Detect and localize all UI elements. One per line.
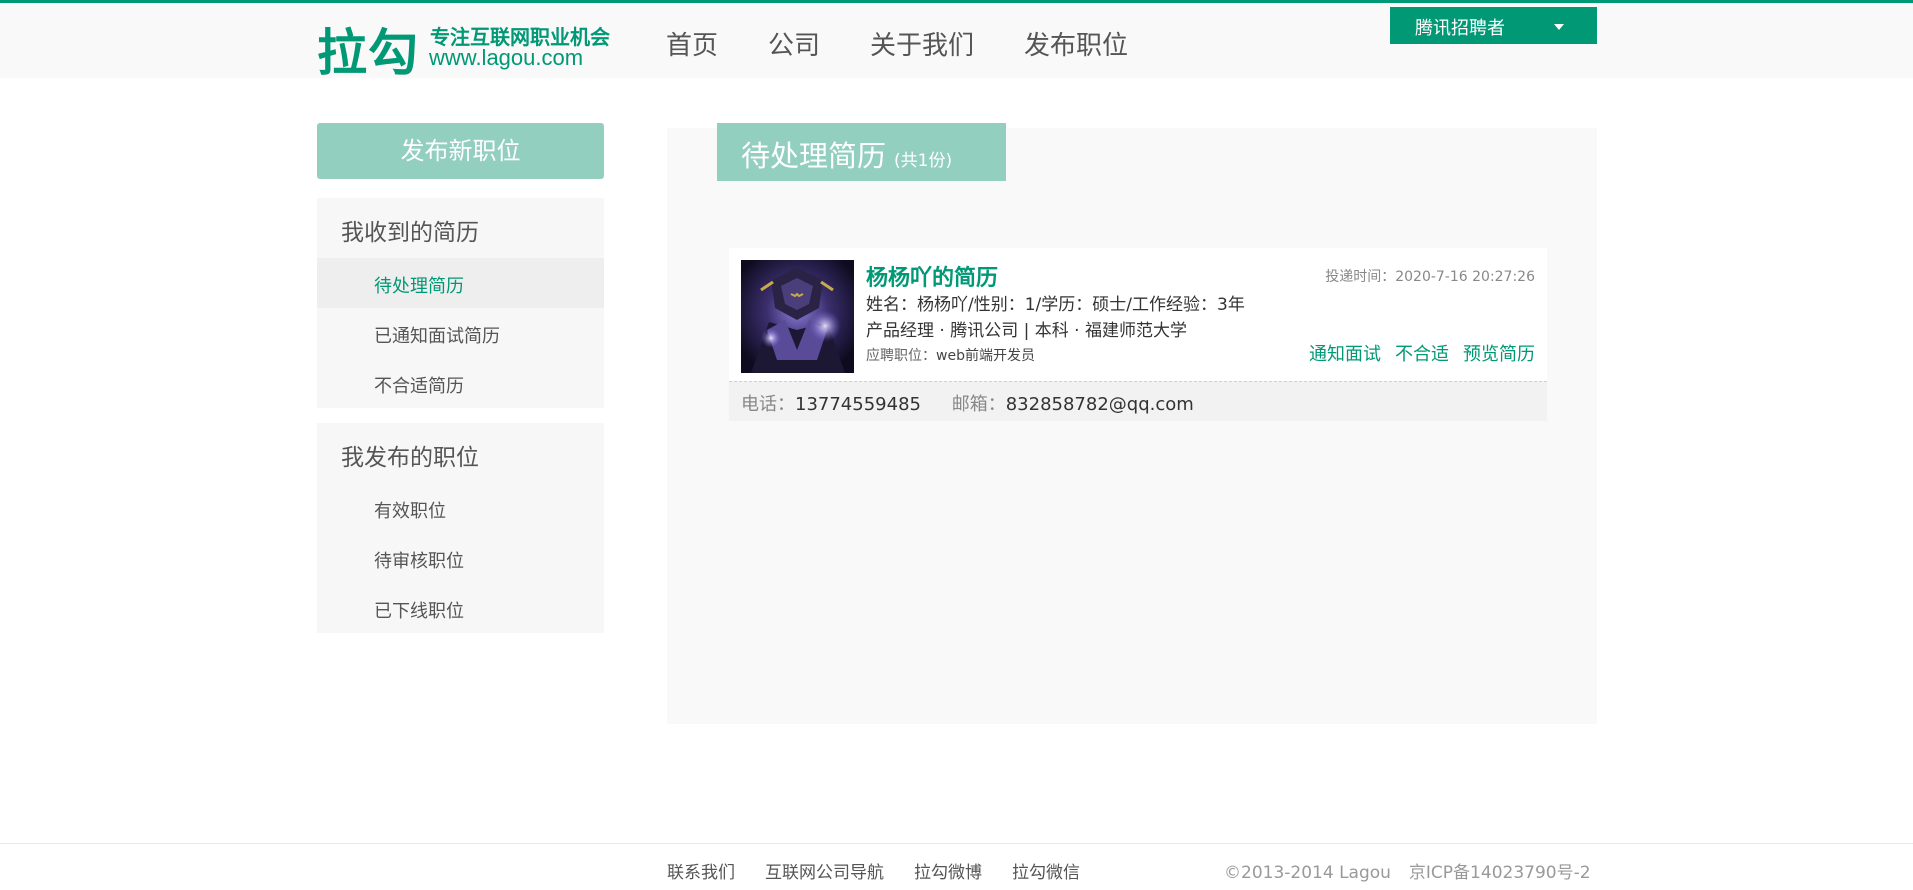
group-title: 我发布的职位 <box>341 445 479 471</box>
user-menu-label: 腾讯招聘者 <box>1415 18 1505 39</box>
caret-down-icon <box>1554 24 1564 30</box>
logo-text: 拉勾 <box>317 24 419 82</box>
applied-position-value: web前端开发员 <box>936 348 1035 364</box>
email-label: 邮箱： <box>951 394 1006 415</box>
preview-resume-link[interactable]: 预览简历 <box>1463 340 1535 366</box>
sidebar-item-active-jobs[interactable]: 有效职位 <box>317 483 604 533</box>
nav-company[interactable]: 公司 <box>768 25 820 62</box>
section-title-tab: 待处理简历 (共1份) <box>717 123 1006 181</box>
applied-position-label: 应聘职位： <box>866 348 936 364</box>
nav-home[interactable]: 首页 <box>666 25 718 62</box>
footer-contact-link[interactable]: 联系我们 <box>667 858 735 883</box>
group-title: 我收到的简历 <box>341 220 479 246</box>
resume-count: (共1份) <box>894 151 953 171</box>
copyright-text: ©2013-2014 Lagou <box>1224 863 1391 883</box>
footer: 联系我们 互联网公司导航 拉勾微博 拉勾微信 ©2013-2014 Lagou 京… <box>0 843 1913 890</box>
posted-jobs-group: 我发布的职位 有效职位 待审核职位 已下线职位 <box>317 423 604 633</box>
footer-copyright: ©2013-2014 Lagou 京ICP备14023790号-2 <box>1224 858 1591 883</box>
sidebar-item-unsuitable[interactable]: 不合适简历 <box>317 358 604 408</box>
phone-label: 电话： <box>741 394 795 415</box>
main-panel <box>667 128 1597 724</box>
sidebar-item-pending-resumes[interactable]: 待处理简历 <box>317 258 604 308</box>
top-header: 拉勾 专注互联网职业机会 www.lagou.com 首页 公司 关于我们 发布… <box>0 0 1913 82</box>
resume-actions: 通知面试 不合适 预览简历 <box>1295 340 1535 366</box>
section-title: 待处理简历 <box>741 139 887 173</box>
footer-links: 联系我们 互联网公司导航 拉勾微博 拉勾微信 <box>667 858 1110 883</box>
main-nav: 首页 公司 关于我们 发布职位 <box>666 25 1178 62</box>
user-menu-dropdown[interactable]: 腾讯招聘者 <box>1390 7 1597 44</box>
phone-value: 13774559485 <box>795 394 921 415</box>
candidate-education: 产品经理 · 腾讯公司 | 本科 · 福建师范大学 <box>866 321 1187 341</box>
sidebar-item-pending-review-jobs[interactable]: 待审核职位 <box>317 533 604 583</box>
logo-url: www.lagou.com <box>429 45 584 70</box>
post-new-job-button[interactable]: 发布新职位 <box>317 123 604 179</box>
sidebar-item-interview-notified[interactable]: 已通知面试简历 <box>317 308 604 358</box>
submit-time-label: 投递时间： <box>1325 269 1396 285</box>
applied-position: 应聘职位：web前端开发员 <box>866 345 1035 365</box>
avatar <box>741 260 854 373</box>
sidebar-item-offline-jobs[interactable]: 已下线职位 <box>317 583 604 633</box>
footer-wechat-link[interactable]: 拉勾微信 <box>1012 858 1080 883</box>
nav-post-job[interactable]: 发布职位 <box>1024 25 1128 62</box>
candidate-info: 姓名：杨杨吖/性别：1/学历：硕士/工作经验：3年 <box>866 295 1245 315</box>
resume-card: 杨杨吖的简历 姓名：杨杨吖/性别：1/学历：硕士/工作经验：3年 产品经理 · … <box>729 248 1547 421</box>
received-resumes-group: 我收到的简历 待处理简历 已通知面试简历 不合适简历 <box>317 198 604 408</box>
contact-bar: 电话：13774559485 邮箱：832858782@qq.com <box>729 381 1547 421</box>
icp-text: 京ICP备14023790号-2 <box>1408 863 1591 883</box>
lagou-logo[interactable]: 拉勾 专注互联网职业机会 www.lagou.com <box>317 15 610 82</box>
email-value: 832858782@qq.com <box>1005 394 1194 415</box>
submit-time-value: 2020-7-16 20:27:26 <box>1395 269 1535 285</box>
resume-name[interactable]: 杨杨吖的简历 <box>866 260 998 292</box>
notify-interview-link[interactable]: 通知面试 <box>1309 340 1381 366</box>
footer-nav-link[interactable]: 互联网公司导航 <box>765 858 884 883</box>
nav-about[interactable]: 关于我们 <box>870 25 974 62</box>
footer-weibo-link[interactable]: 拉勾微博 <box>914 858 982 883</box>
unsuitable-link[interactable]: 不合适 <box>1395 340 1449 366</box>
submit-time: 投递时间：2020-7-16 20:27:26 <box>1325 266 1535 286</box>
